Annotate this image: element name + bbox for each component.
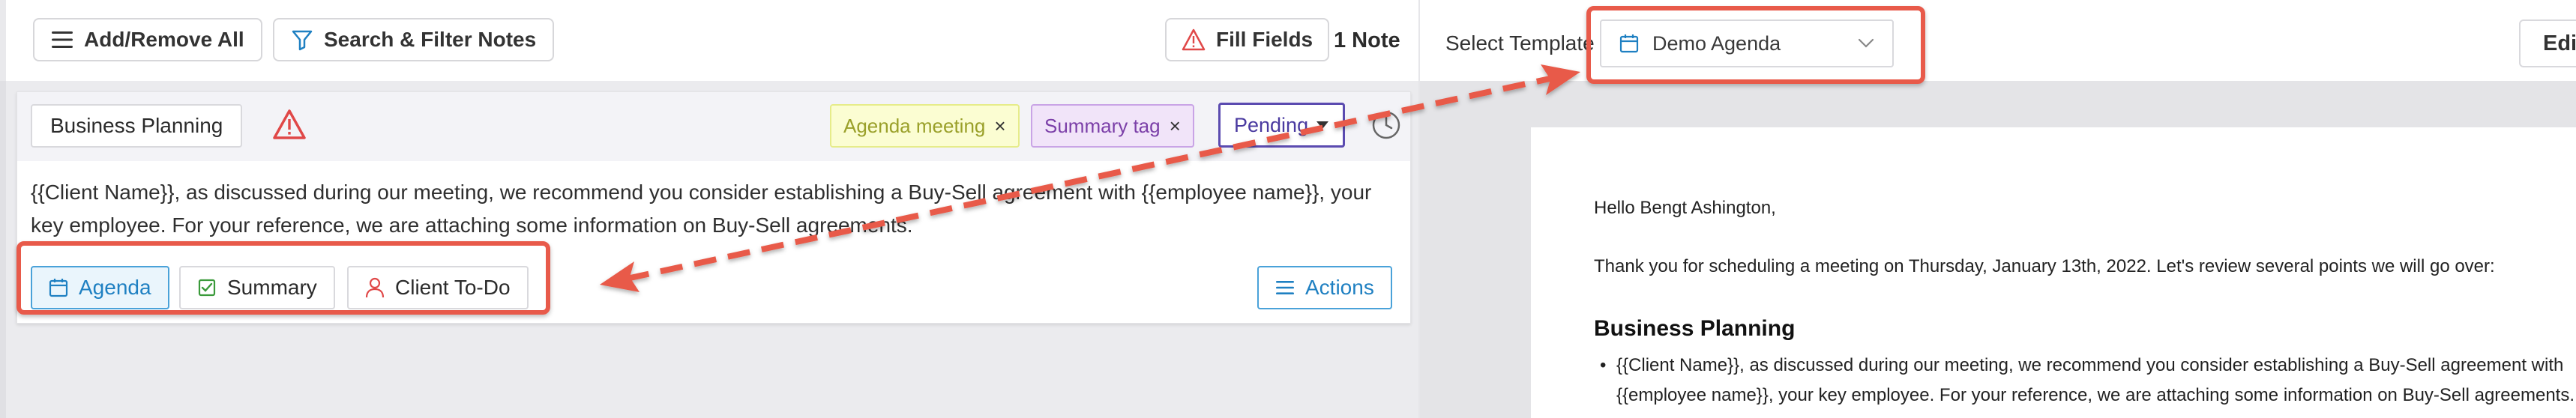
app-root: Add/Remove All Search & Filter Notes Fil… <box>0 0 2576 418</box>
doc-bullet-text: {{Client Name}}, as discussed during our… <box>1616 355 2575 405</box>
clock-icon[interactable] <box>1371 110 1401 140</box>
doc-heading: Business Planning <box>1594 316 1796 341</box>
document-page: Hello Bengt Ashington, Thank you for sch… <box>1531 127 2576 418</box>
tag-summary: Summary tag × <box>1031 104 1194 148</box>
search-filter-notes-button[interactable]: Search & Filter Notes <box>273 18 555 61</box>
filter-icon <box>292 30 313 51</box>
note-text[interactable]: {{Client Name}}, as discussed during our… <box>31 176 1395 242</box>
status-dropdown[interactable]: Pending <box>1218 103 1346 148</box>
tag-label: Agenda meeting <box>843 114 986 137</box>
highlight-category-buttons <box>16 241 550 315</box>
tag-agenda-meeting: Agenda meeting × <box>830 104 1020 148</box>
warning-icon <box>1182 28 1206 51</box>
status-label: Pending <box>1234 113 1309 136</box>
warning-icon <box>273 109 306 139</box>
fill-fields-label: Fill Fields <box>1216 28 1313 51</box>
menu-icon <box>1276 281 1294 294</box>
doc-bullet-item: • {{Client Name}}, as discussed during o… <box>1600 351 2576 411</box>
actions-button[interactable]: Actions <box>1257 266 1392 309</box>
tag-label: Summary tag <box>1044 114 1161 137</box>
edit-button[interactable]: Edit <box>2519 19 2576 67</box>
note-count: 1 Note <box>1334 28 1400 52</box>
notes-toolbar: Add/Remove All Search & Filter Notes Fil… <box>0 0 1418 81</box>
doc-greeting: Hello Bengt Ashington, <box>1594 198 1776 218</box>
edit-label: Edit <box>2543 31 2576 55</box>
remove-tag-icon[interactable]: × <box>1170 115 1181 138</box>
highlight-template-select <box>1586 6 1925 84</box>
select-template-label: Select Template <box>1445 31 1595 55</box>
note-section-title[interactable]: Business Planning <box>31 104 243 148</box>
bullet-icon: • <box>1600 355 1607 375</box>
add-remove-all-label: Add/Remove All <box>84 28 244 51</box>
actions-label: Actions <box>1305 276 1374 299</box>
note-card-header: Business Planning Agenda meeting × Summa… <box>17 92 1410 161</box>
doc-intro: Thank you for scheduling a meeting on Th… <box>1594 256 2495 276</box>
add-remove-all-button[interactable]: Add/Remove All <box>33 18 262 61</box>
remove-tag-icon[interactable]: × <box>994 115 1005 138</box>
search-filter-label: Search & Filter Notes <box>324 28 537 51</box>
caret-down-icon <box>1316 121 1329 129</box>
menu-icon <box>52 31 73 48</box>
fill-fields-button[interactable]: Fill Fields <box>1165 18 1330 61</box>
notes-pane: Add/Remove All Search & Filter Notes Fil… <box>0 0 1418 418</box>
